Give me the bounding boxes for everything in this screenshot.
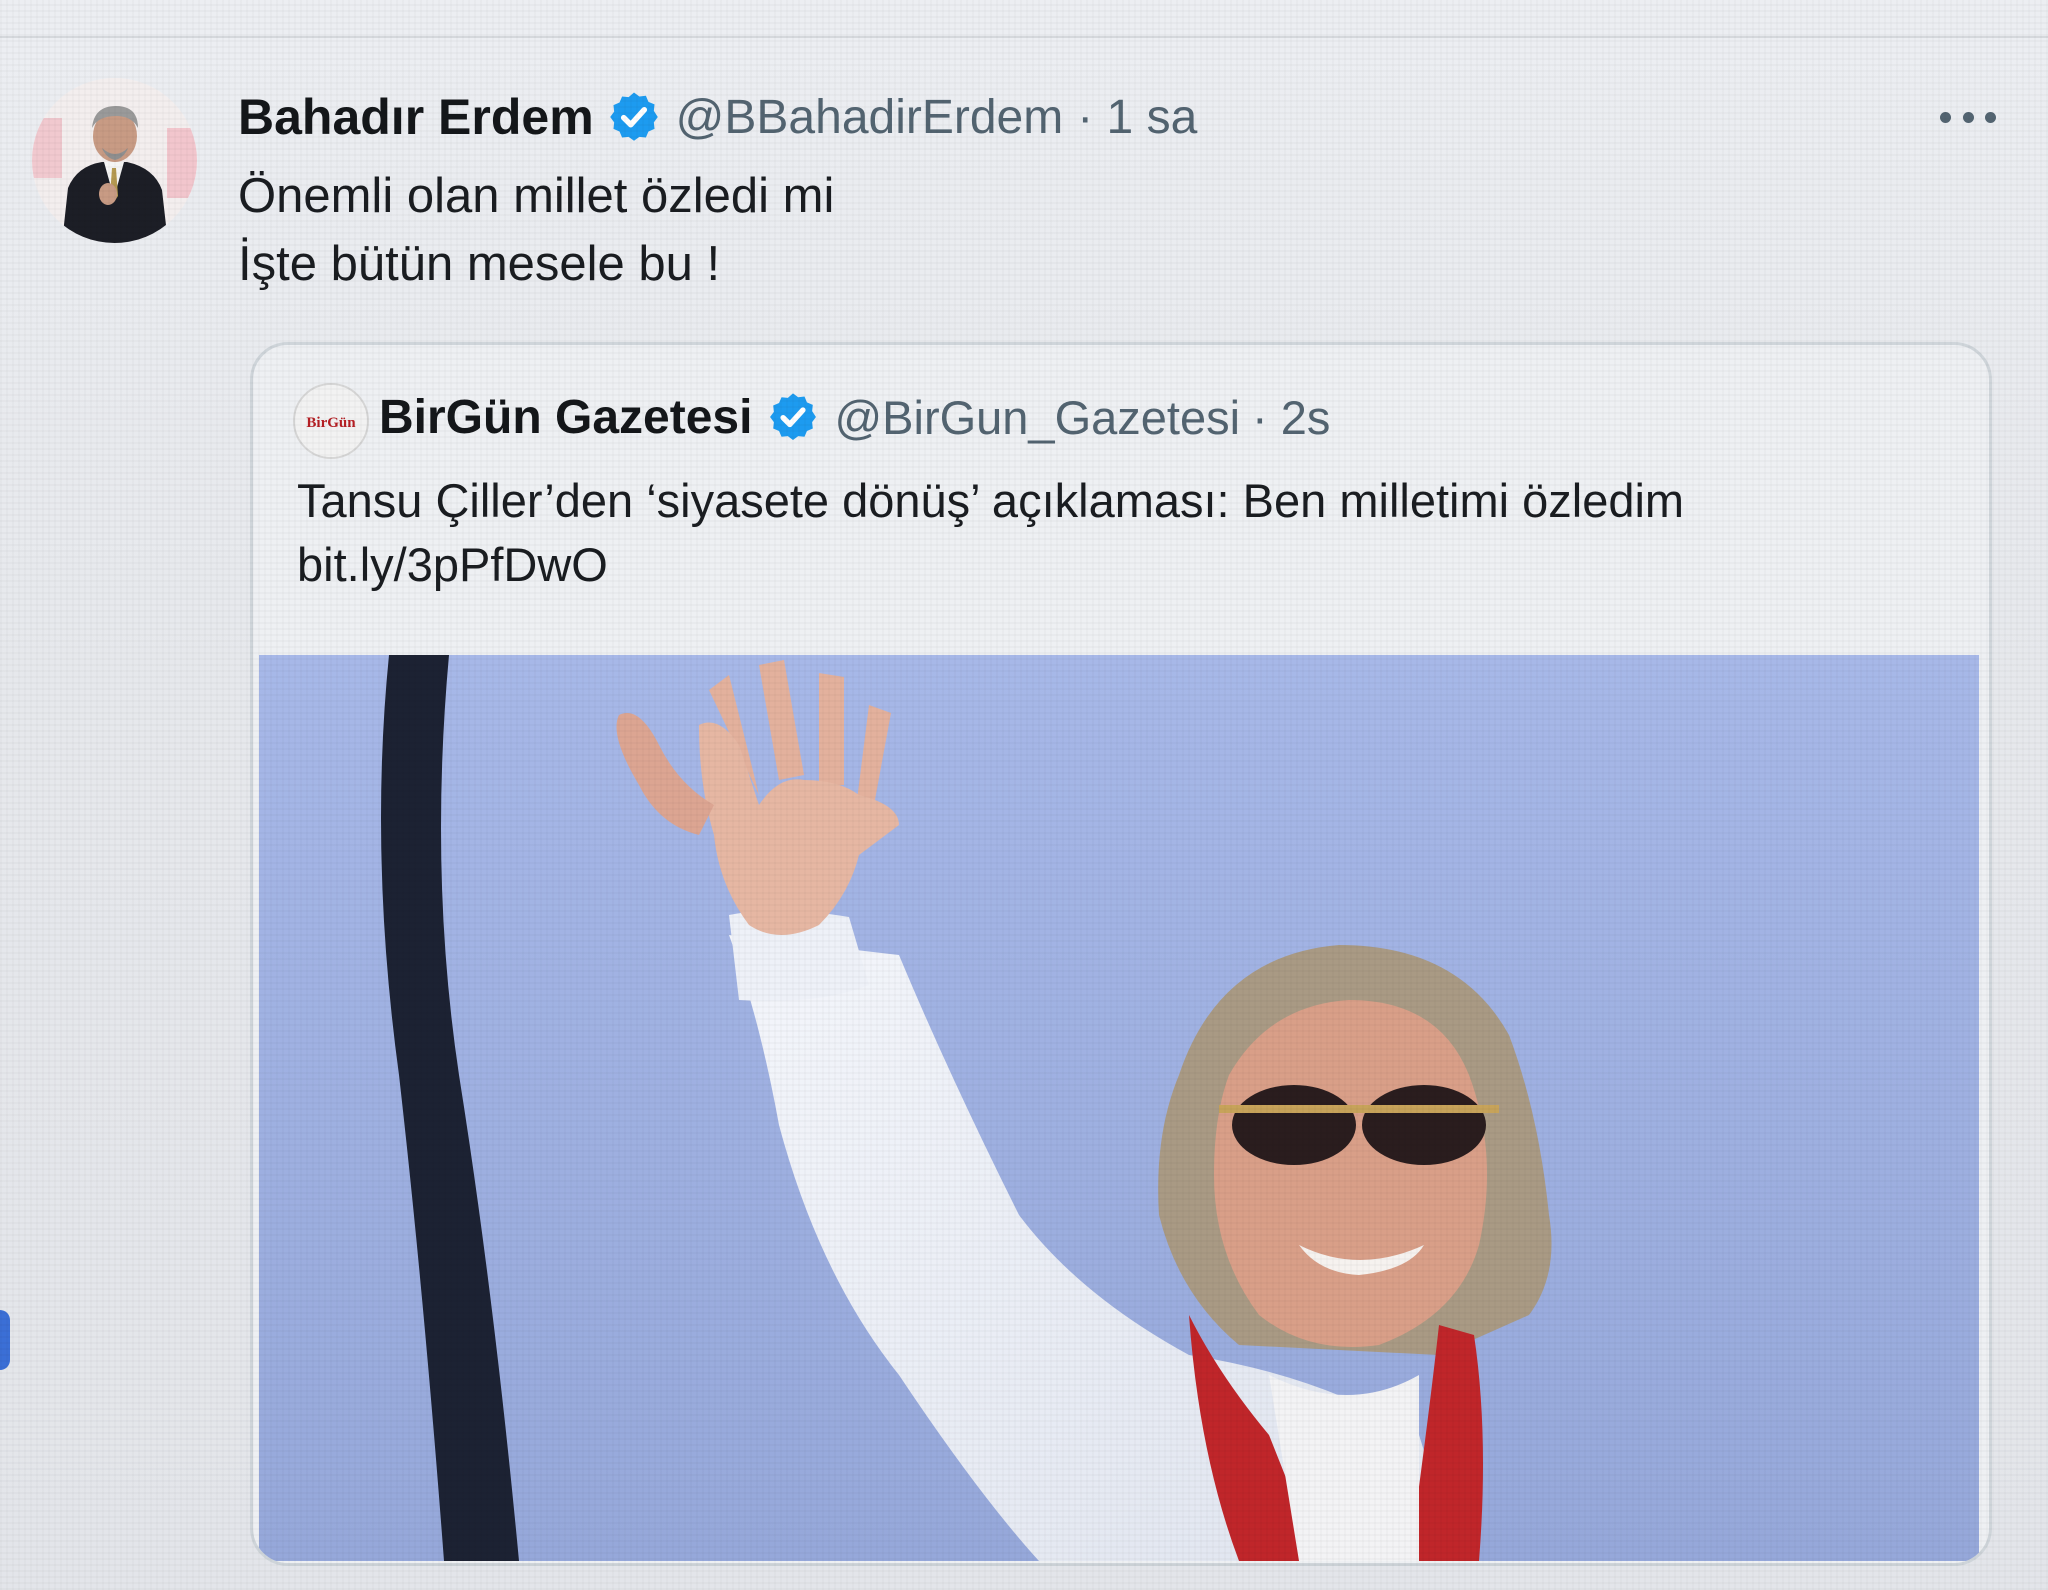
quoted-tweet-card[interactable]: BirGün BirGün Gazetesi @BirGun_Gazetesi …	[250, 342, 1992, 1566]
quoted-tweet-text-line: Tansu Çiller’den ‘siyasete dönüş’ açıkla…	[297, 474, 1685, 527]
quoted-author-avatar[interactable]: BirGün	[293, 383, 369, 459]
edge-indicator	[0, 1310, 10, 1370]
tweet-text-line: Önemli olan millet özledi mi	[238, 169, 835, 223]
photo-woman-waving	[259, 655, 1979, 1561]
quoted-tweet-link[interactable]: bit.ly/3pPfDwO	[297, 533, 1684, 597]
tweet-text-line: İşte bütün mesele bu !	[238, 237, 721, 291]
tweet-text: Önemli olan millet özledi mi İşte bütün …	[238, 162, 834, 298]
quoted-tweet-text: Tansu Çiller’den ‘siyasete dönüş’ açıkla…	[297, 469, 1684, 597]
screen: Bahadır Erdem @BBahadirErdem · 1 sa Önem…	[0, 0, 2048, 1590]
birgun-logo-text: BirGün	[306, 415, 356, 431]
divider	[0, 36, 2048, 38]
author-avatar[interactable]	[32, 78, 197, 243]
quoted-tweet-header: BirGün Gazetesi @BirGun_Gazetesi · 2s	[379, 385, 1330, 449]
more-dots-icon[interactable]	[1940, 104, 1996, 130]
quoted-author-name[interactable]: BirGün Gazetesi	[379, 390, 752, 445]
tweet-time[interactable]: · 1 sa	[1077, 90, 1197, 145]
quoted-author-handle[interactable]: @BirGun_Gazetesi	[834, 390, 1240, 445]
verified-icon	[766, 390, 820, 444]
avatar-photo	[32, 78, 197, 243]
quoted-tweet-media[interactable]	[259, 655, 1979, 1561]
verified-icon	[606, 89, 662, 145]
tweet-header: Bahadır Erdem @BBahadirErdem · 1 sa	[238, 84, 1197, 150]
author-handle[interactable]: @BBahadirErdem	[676, 90, 1064, 145]
quoted-tweet-time[interactable]: · 2s	[1252, 390, 1330, 445]
author-name[interactable]: Bahadır Erdem	[238, 88, 594, 146]
